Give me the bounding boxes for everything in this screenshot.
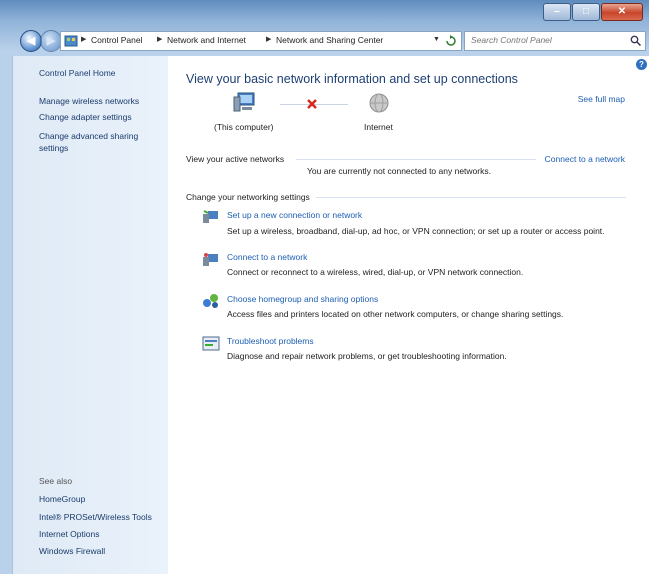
task-homegroup-link[interactable]: Choose homegroup and sharing options: [227, 294, 378, 304]
section-divider: [296, 159, 536, 160]
task-setup-connection-desc: Set up a wireless, broadband, dial-up, a…: [227, 226, 605, 236]
networking-settings-label: Change your networking settings: [186, 192, 310, 202]
task-troubleshoot-link[interactable]: Troubleshoot problems: [227, 336, 314, 346]
task-connect-network-desc: Connect or reconnect to a wireless, wire…: [227, 267, 524, 277]
sidebar-item-adapter-settings[interactable]: Change adapter settings: [39, 112, 132, 122]
maximize-button[interactable]: □: [572, 3, 600, 21]
not-connected-message: You are currently not connected to any n…: [307, 166, 491, 176]
section-divider: [316, 197, 626, 198]
sidebar-item-advanced-sharing[interactable]: Change advanced sharing settings: [39, 130, 149, 154]
internet-globe-icon: [369, 93, 389, 113]
task-homegroup-desc: Access files and printers located on oth…: [227, 309, 564, 319]
address-bar[interactable]: ▶ Control Panel ▶ Network and Internet ▶…: [60, 31, 462, 51]
internet-label: Internet: [364, 122, 393, 132]
this-computer-label: (This computer): [214, 122, 274, 132]
search-input[interactable]: [465, 32, 627, 48]
breadcrumb-separator: ▶: [81, 36, 87, 43]
see-also-internet-options[interactable]: Internet Options: [39, 529, 99, 539]
disconnected-x-icon: [307, 99, 317, 109]
control-panel-icon: [64, 35, 78, 47]
breadcrumb-network-and-internet[interactable]: Network and Internet: [167, 35, 246, 45]
active-networks-label: View your active networks: [186, 154, 285, 164]
maximize-icon: □: [582, 6, 590, 17]
see-also-homegroup[interactable]: HomeGroup: [39, 494, 85, 504]
refresh-icon[interactable]: [445, 35, 457, 47]
computer-icon: [233, 92, 255, 112]
minimize-button[interactable]: –: [543, 3, 571, 21]
task-connect-network-link[interactable]: Connect to a network: [227, 252, 307, 262]
troubleshoot-icon: [202, 336, 220, 351]
task-setup-connection-link[interactable]: Set up a new connection or network: [227, 210, 362, 220]
connect-to-network-link[interactable]: Connect to a network: [545, 154, 625, 164]
see-full-map-link[interactable]: See full map: [578, 94, 625, 104]
caption-buttons: – □ ✕: [542, 3, 643, 21]
page-title: View your basic network information and …: [186, 72, 518, 86]
connect-network-icon: [203, 253, 218, 266]
close-icon: ✕: [617, 6, 627, 17]
help-icon[interactable]: ?: [636, 59, 647, 70]
main-content: ? View your basic network information an…: [168, 56, 649, 574]
homegroup-icon: [203, 294, 218, 308]
breadcrumb-separator: ▶: [157, 36, 163, 43]
close-button[interactable]: ✕: [601, 3, 643, 21]
sidebar-item-manage-wireless[interactable]: Manage wireless networks: [39, 96, 139, 106]
see-also-heading: See also: [39, 476, 73, 486]
sidebar: Control Panel Home Manage wireless netwo…: [12, 56, 169, 574]
address-dropdown-icon[interactable]: ▼: [433, 36, 440, 43]
breadcrumb-separator: ▶: [266, 36, 272, 43]
see-also-windows-firewall[interactable]: Windows Firewall: [39, 546, 105, 556]
window: – □ ✕ ◀ ▶ ▶ Control Panel ▶ Network and …: [0, 0, 649, 574]
breadcrumb-control-panel[interactable]: Control Panel: [91, 35, 143, 45]
minimize-icon: –: [554, 6, 560, 17]
sidebar-control-panel-home[interactable]: Control Panel Home: [39, 68, 116, 78]
forward-button[interactable]: ▶: [40, 30, 62, 52]
breadcrumb-network-sharing-center[interactable]: Network and Sharing Center: [276, 35, 383, 45]
forward-arrow-icon: ▶: [46, 35, 56, 47]
see-also-intel-proset[interactable]: Intel® PROSet/Wireless Tools: [39, 512, 152, 522]
back-arrow-icon: ◀: [26, 35, 36, 47]
back-button[interactable]: ◀: [20, 30, 42, 52]
search-icon[interactable]: [630, 35, 641, 46]
new-connection-icon: [203, 210, 218, 223]
title-bar: – □ ✕: [0, 0, 649, 24]
navigation-bar: ◀ ▶ ▶ Control Panel ▶ Network and Intern…: [0, 24, 649, 56]
search-box[interactable]: [464, 31, 646, 51]
task-troubleshoot-desc: Diagnose and repair network problems, or…: [227, 351, 507, 361]
